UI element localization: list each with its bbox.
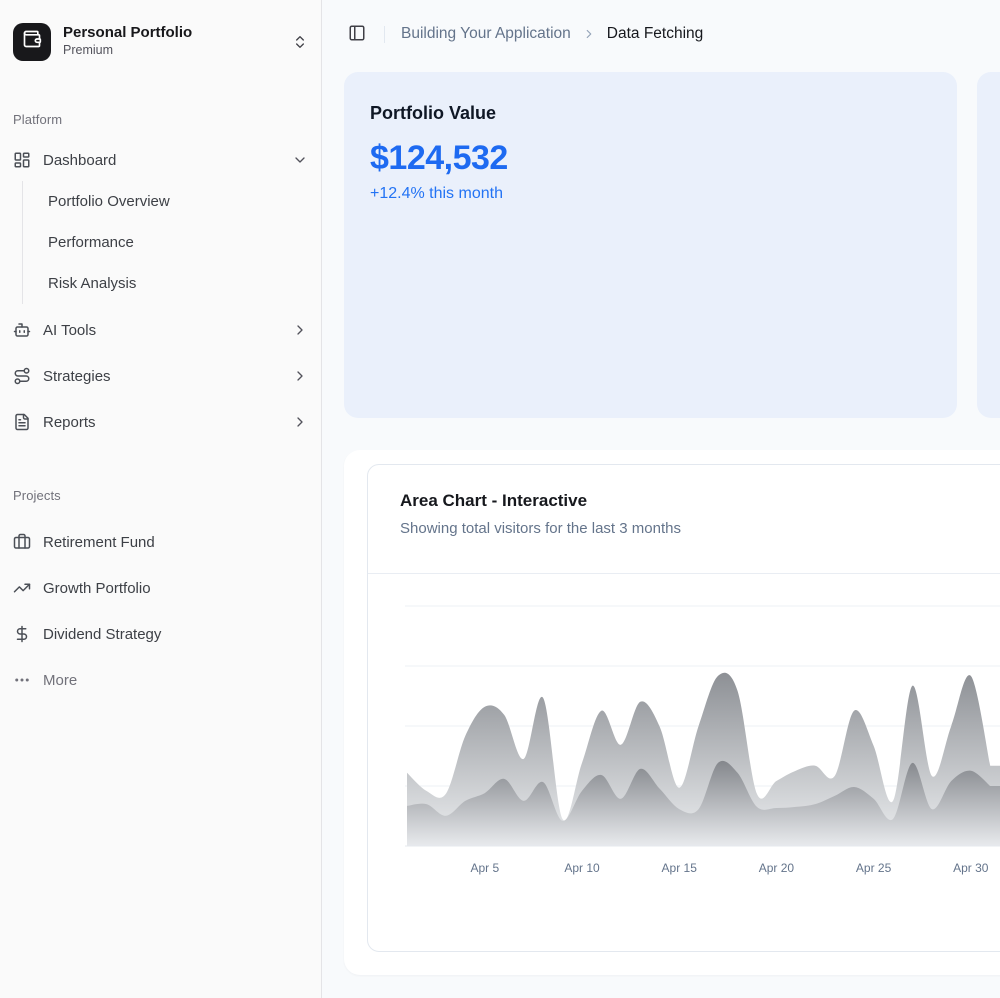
- workspace-plan: Premium: [63, 43, 192, 59]
- sidebar-subitem-performance[interactable]: Performance: [23, 222, 321, 263]
- sidebar-item-label: AI Tools: [43, 322, 96, 339]
- breadcrumb-parent-link[interactable]: Building Your Application: [401, 25, 571, 43]
- route-icon: [13, 367, 31, 385]
- stat-card-change: +12.4% this month: [370, 185, 931, 203]
- wallet-icon: [22, 29, 42, 54]
- trending-up-icon: [13, 579, 31, 597]
- group-label-projects: Projects: [0, 480, 321, 511]
- workspace-name: Personal Portfolio: [63, 24, 192, 43]
- chart-subtitle: Showing total visitors for the last 3 mo…: [400, 520, 1000, 537]
- subitem-label: Performance: [48, 234, 134, 251]
- sidebar-item-label: Dashboard: [43, 152, 116, 169]
- file-text-icon: [13, 413, 31, 431]
- sidebar-item-label: More: [43, 672, 77, 689]
- area-chart-card: Area Chart - Interactive Showing total v…: [367, 464, 1000, 952]
- chevrons-up-down-icon: [292, 34, 308, 50]
- sidebar-item-strategies[interactable]: Strategies: [0, 353, 321, 399]
- subitem-label: Portfolio Overview: [48, 193, 170, 210]
- svg-text:Apr 25: Apr 25: [856, 861, 892, 875]
- bot-icon: [13, 321, 31, 339]
- chevron-right-icon: [292, 368, 308, 384]
- sidebar-item-retirement-fund[interactable]: Retirement Fund: [0, 519, 321, 565]
- panel-left-icon: [348, 24, 366, 45]
- sidebar-item-dashboard[interactable]: Dashboard: [0, 139, 321, 181]
- breadcrumb-current: Data Fetching: [607, 25, 704, 43]
- chevron-right-icon: [292, 322, 308, 338]
- workspace-logo: [13, 23, 51, 61]
- area-chart-svg[interactable]: Apr 5 Apr 10 Apr 15 Apr 20 Apr 25 Apr 30: [405, 586, 1000, 878]
- sidebar-toggle-button[interactable]: [344, 21, 370, 47]
- topbar-separator: [384, 26, 385, 43]
- sidebar-item-label: Growth Portfolio: [43, 580, 151, 597]
- sidebar-item-growth-portfolio[interactable]: Growth Portfolio: [0, 565, 321, 611]
- ellipsis-icon: [13, 671, 31, 689]
- briefcase-icon: [13, 533, 31, 551]
- platform-menu: Dashboard Portfolio Overview Performance…: [0, 139, 321, 445]
- breadcrumb: Building Your Application Data Fetching: [401, 25, 703, 43]
- chart-title: Area Chart - Interactive: [400, 491, 1000, 511]
- sidebar-item-label: Retirement Fund: [43, 534, 155, 551]
- subitem-label: Risk Analysis: [48, 275, 136, 292]
- sidebar-subitem-risk-analysis[interactable]: Risk Analysis: [23, 263, 321, 304]
- sidebar-item-label: Reports: [43, 414, 96, 431]
- stat-card-value: $124,532: [370, 139, 931, 178]
- sidebar-group-platform: Platform Dashboard Portfolio Overview Pe…: [0, 104, 321, 445]
- chart-card-header: Area Chart - Interactive Showing total v…: [368, 465, 1000, 574]
- app-window: Personal Portfolio Premium Platform Dash…: [0, 0, 1000, 998]
- dollar-sign-icon: [13, 625, 31, 643]
- svg-text:Apr 15: Apr 15: [662, 861, 698, 875]
- chevron-down-icon: [292, 152, 308, 168]
- portfolio-value-card: Portfolio Value $124,532 +12.4% this mon…: [344, 72, 957, 418]
- topbar: Building Your Application Data Fetching: [322, 0, 1000, 68]
- secondary-stat-card: [977, 72, 1000, 418]
- stat-card-title: Portfolio Value: [370, 103, 931, 124]
- sidebar-subitem-portfolio-overview[interactable]: Portfolio Overview: [23, 181, 321, 222]
- sidebar-item-label: Dividend Strategy: [43, 626, 161, 643]
- projects-menu: Retirement Fund Growth Portfolio Dividen…: [0, 519, 321, 703]
- sidebar-item-label: Strategies: [43, 368, 111, 385]
- chevron-right-icon: [582, 27, 596, 41]
- dashboard-submenu: Portfolio Overview Performance Risk Anal…: [22, 181, 321, 304]
- group-label-platform: Platform: [0, 104, 321, 135]
- workspace-switcher[interactable]: Personal Portfolio Premium: [0, 0, 321, 68]
- chevron-right-icon: [292, 414, 308, 430]
- sidebar-item-ai-tools[interactable]: AI Tools: [0, 307, 321, 353]
- sidebar-item-dividend-strategy[interactable]: Dividend Strategy: [0, 611, 321, 657]
- svg-text:Apr 30: Apr 30: [953, 861, 989, 875]
- sidebar: Personal Portfolio Premium Platform Dash…: [0, 0, 322, 998]
- sidebar-item-more[interactable]: More: [0, 657, 321, 703]
- layout-dashboard-icon: [13, 151, 31, 169]
- svg-text:Apr 20: Apr 20: [759, 861, 795, 875]
- svg-text:Apr 5: Apr 5: [470, 861, 499, 875]
- svg-text:Apr 10: Apr 10: [564, 861, 600, 875]
- main-content: Building Your Application Data Fetching …: [322, 0, 1000, 998]
- sidebar-group-projects: Projects Retirement Fund Growth Portfoli…: [0, 480, 321, 703]
- sidebar-item-reports[interactable]: Reports: [0, 399, 321, 445]
